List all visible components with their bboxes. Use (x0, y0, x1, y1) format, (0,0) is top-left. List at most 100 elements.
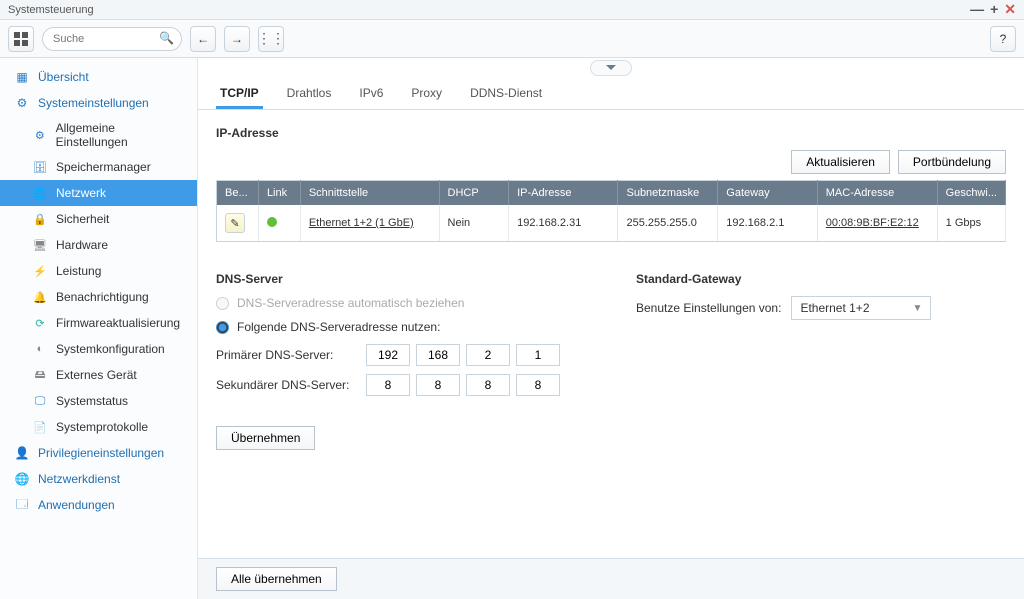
col-speed[interactable]: Geschwi... (937, 181, 1005, 206)
sidebar-item-hardware[interactable]: 🖥 Hardware (0, 232, 197, 258)
sidebar-item-firmware[interactable]: ⟳Firmwareaktualisierung (0, 310, 197, 336)
tab-proxy[interactable]: Proxy (407, 78, 446, 109)
secondary-dns-octet-1[interactable] (366, 374, 410, 396)
speed-value: 1 Gbps (937, 205, 1005, 242)
secondary-dns-label: Sekundärer DNS-Server: (216, 378, 366, 392)
collapse-bar (198, 58, 1024, 78)
bell-icon: 🔔 (32, 289, 48, 305)
dns-auto-label: DNS-Serveradresse automatisch beziehen (237, 296, 464, 310)
primary-dns-octet-4[interactable] (516, 344, 560, 366)
col-edit[interactable]: Be... (217, 181, 259, 206)
tab-wireless[interactable]: Drahtlos (283, 78, 336, 109)
dns-manual-radio[interactable] (216, 321, 229, 334)
apply-row: Übernehmen (216, 426, 586, 450)
sidebar-item-sysconfig[interactable]: ◐Systemkonfiguration (0, 336, 197, 362)
minimize-button[interactable]: — (970, 1, 984, 18)
apps-grid-button[interactable]: ⋮⋮ (258, 26, 284, 52)
sidebar-network-service[interactable]: 🌐 Netzwerkdienst (0, 466, 197, 492)
sidebar-overview[interactable]: ▦ Übersicht (0, 64, 197, 90)
close-button[interactable]: ✕ (1004, 1, 1016, 18)
apply-all-button[interactable]: Alle übernehmen (216, 567, 337, 591)
interface-name[interactable]: Ethernet 1+2 (1 GbE) (309, 217, 414, 229)
lock-icon: 🔒 (32, 211, 48, 227)
primary-dns-octet-2[interactable] (416, 344, 460, 366)
dns-auto-row: DNS-Serveradresse automatisch beziehen (216, 296, 586, 310)
sidebar-system-label: Systemeinstellungen (38, 96, 149, 110)
dns-column: DNS-Server DNS-Serveradresse automatisch… (216, 272, 586, 450)
scroll-area: IP-Adresse Aktualisieren Portbündelung B… (198, 110, 1024, 558)
dots-icon: ⋮⋮ (257, 30, 285, 47)
collapse-button[interactable] (590, 60, 632, 76)
forward-button[interactable]: → (224, 26, 250, 52)
footer: Alle übernehmen (198, 558, 1024, 599)
server-icon: 🖥 (32, 237, 48, 253)
help-button[interactable]: ? (990, 26, 1016, 52)
window-title: Systemsteuerung (8, 4, 94, 16)
apps-icon: 🗔 (14, 497, 30, 513)
sidebar-item-label: Netzwerk (56, 186, 106, 200)
sidebar-item-general[interactable]: ⚙ Allgemeine Einstellungen (0, 116, 197, 154)
overview-icon: ▦ (14, 69, 30, 85)
primary-dns-label: Primärer DNS-Server: (216, 348, 366, 362)
sidebar-system-head[interactable]: ⚙ Systemeinstellungen (0, 90, 197, 116)
sidebar-privileges-label: Privilegieneinstellungen (38, 446, 164, 460)
sidebar-item-label: Externes Gerät (56, 368, 137, 382)
sidebar-item-security[interactable]: 🔒Sicherheit (0, 206, 197, 232)
col-iface[interactable]: Schnittstelle (300, 181, 439, 206)
chevron-down-icon (605, 64, 617, 72)
home-button[interactable] (8, 26, 34, 52)
network-icon: 🌐 (14, 471, 30, 487)
secondary-dns-octet-3[interactable] (466, 374, 510, 396)
table-row[interactable]: ✎ Ethernet 1+2 (1 GbE) Nein 192.168.2.31… (217, 205, 1006, 242)
sidebar-item-performance[interactable]: ⚡Leistung (0, 258, 197, 284)
sidebar-item-network[interactable]: 🌐Netzwerk (0, 180, 197, 206)
sidebar-item-notification[interactable]: 🔔Benachrichtigung (0, 284, 197, 310)
mask-value: 255.255.255.0 (618, 205, 718, 242)
search-icon: 🔍 (159, 31, 174, 45)
primary-dns-octet-1[interactable] (366, 344, 410, 366)
col-dhcp[interactable]: DHCP (439, 181, 509, 206)
gateway-select-value: Ethernet 1+2 (800, 301, 869, 315)
col-gateway[interactable]: Gateway (718, 181, 817, 206)
col-link[interactable]: Link (258, 181, 300, 206)
sidebar-item-label: Firmwareaktualisierung (56, 316, 180, 330)
sidebar-apps[interactable]: 🗔 Anwendungen (0, 492, 197, 518)
settings-icon: ⚙ (32, 127, 48, 143)
sidebar-item-storage[interactable]: 🗄Speichermanager (0, 154, 197, 180)
titlebar: Systemsteuerung — + ✕ (0, 0, 1024, 20)
dns-manual-row[interactable]: Folgende DNS-Serveradresse nutzen: (216, 320, 586, 334)
portbond-button[interactable]: Portbündelung (898, 150, 1006, 174)
tab-ddns[interactable]: DDNS-Dienst (466, 78, 546, 109)
col-ip[interactable]: IP-Adresse (509, 181, 618, 206)
tab-tcpip[interactable]: TCP/IP (216, 78, 263, 109)
main: ▦ Übersicht ⚙ Systemeinstellungen ⚙ Allge… (0, 58, 1024, 599)
tab-ipv6[interactable]: IPv6 (355, 78, 387, 109)
interface-table: Be... Link Schnittstelle DHCP IP-Adresse… (216, 180, 1006, 242)
sidebar-item-label: Systemstatus (56, 394, 128, 408)
sidebar-privileges[interactable]: 👤 Privilegieneinstellungen (0, 440, 197, 466)
gateway-column: Standard-Gateway Benutze Einstellungen v… (636, 272, 1006, 450)
device-icon: 🖴 (32, 367, 48, 383)
primary-dns-octet-3[interactable] (466, 344, 510, 366)
secondary-dns-octet-2[interactable] (416, 374, 460, 396)
gateway-use-label: Benutze Einstellungen von: (636, 301, 781, 315)
sidebar-item-label: Allgemeine Einstellungen (56, 121, 187, 149)
apply-button[interactable]: Übernehmen (216, 426, 315, 450)
col-mask[interactable]: Subnetzmaske (618, 181, 718, 206)
edit-interface-button[interactable]: ✎ (225, 213, 245, 233)
gateway-select[interactable]: Ethernet 1+2 ▼ (791, 296, 931, 320)
back-button[interactable]: ← (190, 26, 216, 52)
secondary-dns-octet-4[interactable] (516, 374, 560, 396)
maximize-button[interactable]: + (990, 1, 998, 18)
table-actions: Aktualisieren Portbündelung (216, 150, 1006, 174)
mac-value[interactable]: 00:08:9B:BF:E2:12 (826, 217, 919, 229)
sidebar-item-external[interactable]: 🖴 Externes Gerät (0, 362, 197, 388)
gateway-value: 192.168.2.1 (718, 205, 817, 242)
sidebar-item-logs[interactable]: 📄Systemprotokolle (0, 414, 197, 440)
refresh-button[interactable]: Aktualisieren (791, 150, 890, 174)
table-header: Be... Link Schnittstelle DHCP IP-Adresse… (217, 181, 1006, 206)
sidebar-item-status[interactable]: 🖵Systemstatus (0, 388, 197, 414)
secondary-dns-row: Sekundärer DNS-Server: (216, 374, 586, 396)
col-mac[interactable]: MAC-Adresse (817, 181, 937, 206)
sidebar-item-label: Hardware (56, 238, 108, 252)
